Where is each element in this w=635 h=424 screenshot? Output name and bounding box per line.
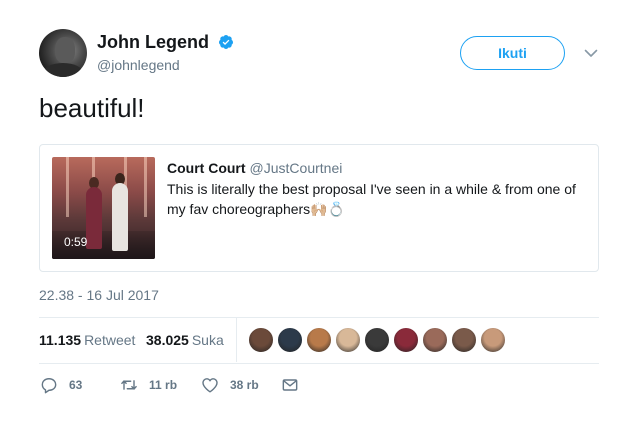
tweet-actions: 63 11 rb 38 rb <box>39 374 599 396</box>
liker-avatar[interactable] <box>422 327 448 353</box>
liker-avatar[interactable] <box>364 327 390 353</box>
quoted-text: This is literally the best proposal I've… <box>167 181 576 217</box>
retweet-stat-label: Retweet <box>84 332 136 348</box>
tweet-text: beautiful! <box>39 93 145 123</box>
light-beam <box>66 157 69 217</box>
retweet-stat-count: 11.135 <box>39 332 82 348</box>
liker-avatar[interactable] <box>451 327 477 353</box>
heart-icon <box>202 378 218 393</box>
retweet-icon <box>121 380 137 390</box>
like-action-count: 38 rb <box>230 378 259 392</box>
direct-message-button[interactable] <box>280 374 300 396</box>
author-avatar[interactable] <box>39 29 87 77</box>
avatar-face <box>55 37 75 63</box>
reply-count: 63 <box>69 378 83 392</box>
tweet-stats: 11.135 Retweet 38.025 Suka <box>39 318 599 362</box>
retweet-action-count: 11 rb <box>149 378 178 392</box>
author-display-name[interactable]: John Legend <box>97 31 209 53</box>
stats-separator <box>236 318 237 362</box>
quoted-display-name: Court Court <box>167 160 246 176</box>
dancer-figure <box>86 187 102 249</box>
divider <box>39 363 599 364</box>
quoted-video-thumbnail[interactable]: 0:59 <box>52 157 155 259</box>
reply-button[interactable]: 63 <box>39 374 82 396</box>
quoted-author: Court Court @JustCourtnei <box>167 159 342 177</box>
follow-button[interactable]: Ikuti <box>460 36 565 70</box>
quoted-handle: @JustCourtnei <box>249 160 343 176</box>
author-name-block: John Legend @johnlegend <box>97 31 234 74</box>
video-duration: 0:59 <box>64 235 88 249</box>
liker-avatar[interactable] <box>393 327 419 353</box>
verified-badge-icon <box>219 35 234 49</box>
like-stat-count: 38.025 <box>146 332 189 348</box>
light-beam <box>144 157 147 217</box>
retweet-stat[interactable]: 11.135 Retweet <box>39 331 135 349</box>
avatar-shoulder <box>43 63 83 77</box>
liker-avatar[interactable] <box>277 327 303 353</box>
liker-avatar[interactable] <box>335 327 361 353</box>
tweet-timestamp[interactable]: 22.38 - 16 Jul 2017 <box>39 286 159 304</box>
envelope-icon <box>282 379 298 391</box>
liker-avatar[interactable] <box>480 327 506 353</box>
quoted-tweet-card[interactable]: 0:59 Court Court @JustCourtnei This is li… <box>39 144 599 272</box>
liker-avatar[interactable] <box>306 327 332 353</box>
reply-icon <box>41 378 57 394</box>
retweet-button[interactable]: 11 rb <box>119 374 177 396</box>
dancer-figure <box>112 183 128 251</box>
liker-avatar[interactable] <box>248 327 274 353</box>
like-button[interactable]: 38 rb <box>200 374 259 396</box>
chevron-down-icon[interactable] <box>584 46 598 60</box>
like-stat[interactable]: 38.025 Suka <box>146 331 224 349</box>
author-handle[interactable]: @johnlegend <box>97 56 234 74</box>
like-stat-label: Suka <box>191 332 224 348</box>
tweet-header: John Legend @johnlegend Ikuti <box>39 29 599 79</box>
